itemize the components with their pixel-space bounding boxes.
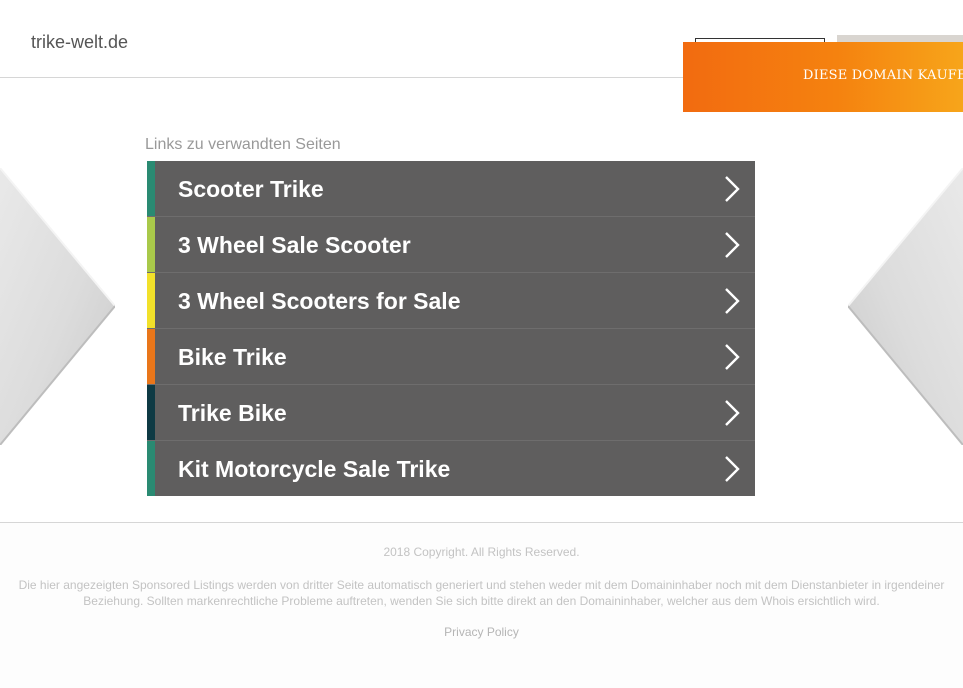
chevron-right-icon (725, 456, 740, 482)
link-accent-bar (147, 217, 155, 272)
related-links-list: Scooter Trike 3 Wheel Sale Scooter 3 Whe… (147, 161, 755, 496)
link-bike-trike[interactable]: Bike Trike (147, 329, 755, 385)
link-scooter-trike[interactable]: Scooter Trike (147, 161, 755, 217)
buy-domain-banner[interactable]: DIESE DOMAIN KAUFEN. (683, 42, 963, 112)
link-accent-bar (147, 161, 155, 216)
domain-name: trike-welt.de (31, 32, 129, 52)
right-arrow-decoration (848, 168, 963, 445)
link-accent-bar (147, 329, 155, 384)
privacy-policy-link[interactable]: Privacy Policy (444, 625, 519, 639)
link-label: Bike Trike (178, 344, 287, 370)
link-trike-bike[interactable]: Trike Bike (147, 385, 755, 441)
link-label: 3 Wheel Sale Scooter (178, 232, 411, 258)
link-3-wheel-scooters-for-sale[interactable]: 3 Wheel Scooters for Sale (147, 273, 755, 329)
link-label: Trike Bike (178, 400, 287, 426)
link-kit-motorcycle-sale-trike[interactable]: Kit Motorcycle Sale Trike (147, 441, 755, 496)
link-label: Kit Motorcycle Sale Trike (178, 456, 451, 482)
copyright-text: 2018 Copyright. All Rights Reserved. (383, 545, 580, 559)
link-accent-bar (147, 273, 155, 328)
left-arrow-decoration (0, 168, 115, 445)
chevron-right-icon (725, 232, 740, 258)
link-3-wheel-sale-scooter[interactable]: 3 Wheel Sale Scooter (147, 217, 755, 273)
link-accent-bar (147, 441, 155, 496)
chevron-right-icon (725, 400, 740, 426)
link-label: 3 Wheel Scooters for Sale (178, 288, 461, 314)
chevron-right-icon (725, 344, 740, 370)
chevron-right-icon (725, 176, 740, 202)
sponsored-listings-disclaimer: Die hier angezeigten Sponsored Listings … (18, 578, 945, 608)
privacy-policy-container: Privacy Policy (0, 625, 963, 639)
link-accent-bar (147, 385, 155, 440)
chevron-right-icon (725, 288, 740, 314)
related-links-heading: Links zu verwandten Seiten (145, 136, 341, 153)
buy-domain-label: DIESE DOMAIN KAUFEN. (803, 68, 963, 83)
link-label: Scooter Trike (178, 176, 324, 202)
